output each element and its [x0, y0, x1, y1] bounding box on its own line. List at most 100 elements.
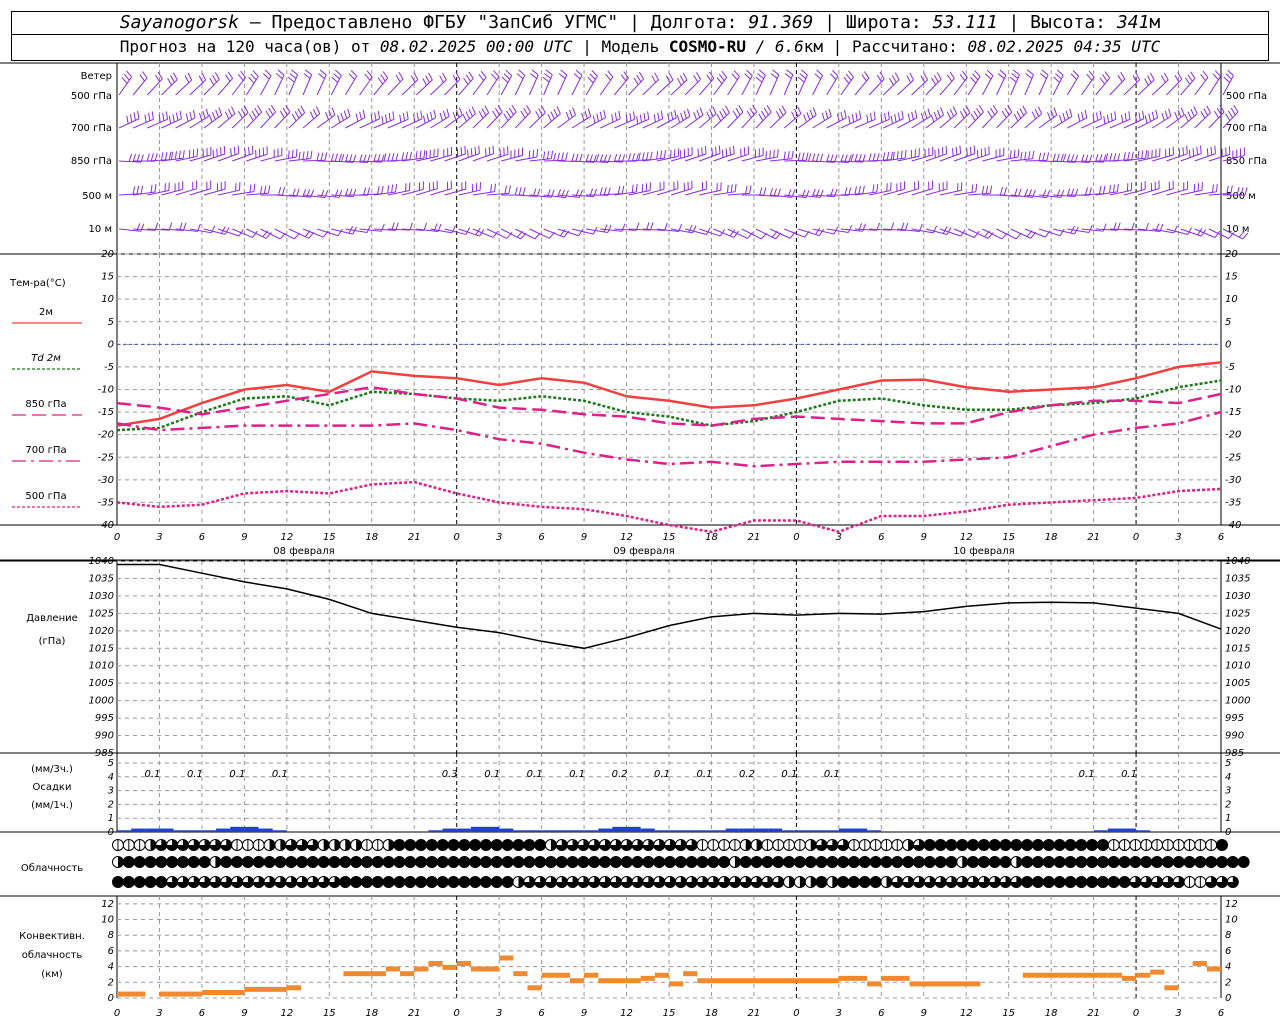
precip-bar: [810, 830, 825, 832]
wind-level-label: 700 гПа: [71, 123, 112, 134]
cloud-symbol-fill: [269, 839, 276, 851]
wind-barb-feather: [189, 111, 193, 120]
cloud-symbol: [1129, 856, 1142, 868]
cloud-symbol: [999, 839, 1012, 851]
wind-barb-feather: [715, 146, 717, 155]
y-tick-label: 2: [108, 977, 114, 988]
wind-barb-feather: [882, 152, 886, 161]
wind-barb-feather: [984, 73, 992, 80]
wind-barb: [444, 78, 461, 96]
wind-barb-feather: [230, 148, 232, 157]
y-tick-label-right: -35: [1225, 497, 1241, 508]
wind-barb-feather: [310, 150, 313, 159]
wind-barb-feather: [150, 153, 154, 162]
temperature-title: Тем-ра(°C): [9, 278, 66, 289]
wind-barb-feather: [1184, 77, 1191, 85]
wind-barb-feather: [303, 73, 311, 79]
wind-barb-feather: [248, 146, 250, 155]
wind-barb-feather: [1022, 105, 1028, 114]
wind-barb-feather: [791, 150, 794, 159]
wind-barb-feather: [1019, 108, 1025, 116]
cloud-symbol: [360, 876, 373, 888]
wind-barb-feather: [338, 189, 343, 198]
cloud-symbol: [977, 856, 990, 868]
cloud-symbol: [988, 856, 1001, 868]
x-tick-label: 21: [748, 1008, 761, 1019]
cloud-symbol-fill: [334, 839, 340, 851]
wind-barb-feather: [927, 108, 931, 117]
x-tick-label: 0: [454, 1008, 460, 1019]
wind-barb-feather: [592, 115, 596, 124]
wind-barb: [316, 114, 336, 129]
wind-barb-feather: [1164, 110, 1169, 119]
y-tick-label-right: 3: [1225, 786, 1231, 797]
wind-barb-feather: [505, 69, 513, 77]
wind-barb-feather: [1088, 224, 1093, 233]
wind-barb-feather: [1004, 107, 1010, 116]
wind-barb: [599, 76, 614, 96]
cloud-symbol: [350, 856, 363, 868]
wind-barb: [967, 76, 981, 96]
temperature-panel: Тем-ра(°C) 2м Td 2м 850 гПа 700 гПа 500 …: [0, 249, 1280, 561]
wind-barb-feather: [1142, 110, 1145, 119]
wind-barb-feather: [719, 110, 725, 119]
wind-barb-feather: [387, 185, 390, 194]
cloud-symbols: [0, 839, 1280, 897]
convective-bar: [1107, 972, 1122, 978]
cloud-symbol: [1107, 856, 1120, 868]
cloud-symbol: [837, 856, 850, 868]
wind-barb-feather: [934, 149, 936, 158]
wind-barb-feather: [781, 105, 787, 113]
y-tick-label-right: 1015: [1225, 643, 1250, 654]
cloud-symbol: [490, 856, 503, 868]
convective-bar: [244, 986, 287, 992]
wind-barb: [444, 114, 463, 129]
y-tick-label-right: 8: [1225, 930, 1231, 941]
wind-barb: [1194, 77, 1209, 96]
wind-barb-feather: [536, 148, 539, 158]
wind-barb-feather: [773, 149, 775, 158]
cloud-symbol: [1032, 876, 1044, 888]
wind-barb-feather: [146, 153, 150, 162]
y-tick-label-right: 1000: [1225, 696, 1250, 707]
wind-barb-feather: [168, 222, 173, 231]
x-tick-label: 9: [241, 1008, 247, 1019]
x-tick-label: 12: [620, 532, 633, 543]
cloud-symbol: [1096, 876, 1109, 888]
wind-barb-feather: [716, 113, 722, 122]
wind-barb-feather: [787, 151, 790, 160]
convective-bar: [201, 990, 245, 996]
cloud-symbol: [923, 839, 936, 851]
wind-barb: [585, 75, 598, 96]
wind-barb-feather: [651, 75, 657, 83]
wind-barb-feather: [1131, 151, 1134, 160]
wind-barb: [1137, 79, 1155, 96]
wind-barb-feather: [1072, 70, 1079, 77]
wind-barb-feather: [816, 69, 823, 76]
wind-barb-feather: [557, 152, 560, 161]
wind-barb-feather: [374, 112, 377, 121]
wind-barb-feather: [337, 114, 341, 123]
cloud-symbol-fill: [886, 876, 892, 888]
wind-barb-feather: [508, 107, 514, 116]
wind-barb-feather: [422, 78, 427, 86]
y-tick-label-right: 995: [1225, 713, 1244, 724]
cloud-symbol: [815, 856, 828, 868]
x-tick-label: 12: [620, 1008, 633, 1019]
y-tick-label-right: 1025: [1225, 608, 1250, 619]
wind-barb-feather: [470, 148, 473, 157]
x-tick-label: 18: [365, 1008, 378, 1019]
wind-barb-feather: [151, 111, 154, 120]
convective-bar: [881, 975, 910, 981]
wind-barb-feather: [251, 110, 257, 119]
cloud-symbol: [382, 856, 395, 868]
wind-barb-feather: [1145, 149, 1148, 159]
convective-bar: [470, 966, 500, 972]
cloud-symbol: [469, 839, 482, 851]
wind-barb-feather: [631, 153, 636, 162]
convective-bar: [541, 972, 570, 978]
wind-barb-feather: [516, 73, 524, 80]
wind-barb-feather: [1009, 150, 1012, 159]
x-tick-label: 18: [705, 1008, 718, 1019]
cloud-symbol: [1021, 856, 1034, 868]
